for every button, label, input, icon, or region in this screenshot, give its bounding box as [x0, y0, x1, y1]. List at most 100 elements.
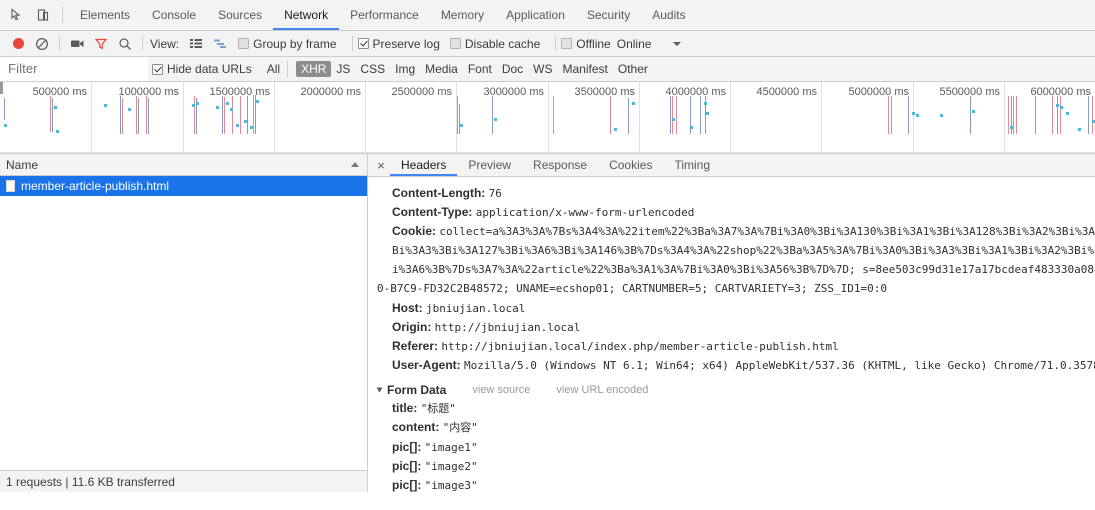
- request-list-header[interactable]: Name: [0, 154, 367, 176]
- overview-request-dot: [244, 120, 247, 123]
- overview-divider: [1004, 82, 1005, 153]
- tab-cookies[interactable]: Cookies: [598, 154, 663, 176]
- filter-type-xhr[interactable]: XHR: [296, 61, 332, 77]
- overview-request-dot: [1056, 104, 1059, 107]
- camera-icon[interactable]: [65, 32, 89, 56]
- request-name: member-article-publish.html: [21, 179, 170, 193]
- overview-request-dot: [128, 108, 131, 111]
- devtools-window: Elements Console Sources Network Perform…: [0, 0, 1095, 510]
- filter-type-css[interactable]: CSS: [355, 62, 390, 76]
- overview-request-dot: [104, 104, 107, 107]
- form-data-title: Form Data: [387, 382, 447, 397]
- overview-divider: [913, 82, 914, 153]
- document-icon: [6, 180, 15, 192]
- header-row-continuation: Bi%3A3%3Bi%3A127%3Bi%3A6%3Bi%3A146%3B%7D…: [368, 241, 1095, 260]
- group-by-frame-checkbox[interactable]: Group by frame: [238, 36, 337, 51]
- tab-preview[interactable]: Preview: [457, 154, 522, 176]
- view-source-link[interactable]: view source: [472, 381, 530, 399]
- overview-divider: [548, 82, 549, 153]
- view-label: View:: [150, 36, 180, 51]
- form-data-section-header[interactable]: Form Data view source view URL encoded: [368, 381, 1095, 399]
- table-row[interactable]: member-article-publish.html: [0, 176, 367, 196]
- overview-request-dot: [226, 102, 229, 105]
- checkbox-box: [357, 38, 369, 49]
- overview-request-bar: [224, 97, 225, 134]
- overview-request-dot: [256, 100, 259, 103]
- overview-request-bar: [1008, 96, 1009, 134]
- filter-type-js[interactable]: JS: [331, 62, 355, 76]
- triangle-expanded-icon: [376, 387, 383, 393]
- filter-type-other[interactable]: Other: [613, 62, 653, 76]
- filter-input[interactable]: [0, 57, 148, 81]
- header-row: Origin: http://jbniujian.local: [368, 318, 1095, 337]
- overview-tick-label: 6000000 ms: [1030, 86, 1091, 98]
- record-icon[interactable]: [6, 32, 30, 56]
- network-overview-timeline[interactable]: 500000 ms 1000000 ms 1500000 ms 2000000 ms 2…: [0, 82, 1095, 154]
- header-row: Host: jbniujian.local: [368, 299, 1095, 318]
- waterfall-view-icon[interactable]: [208, 32, 232, 56]
- overview-request-bar: [888, 96, 889, 134]
- funnel-icon[interactable]: [89, 32, 113, 56]
- list-view-icon[interactable]: [184, 32, 208, 56]
- overview-left-handle[interactable]: [0, 82, 3, 94]
- device-toolbar-icon[interactable]: [30, 2, 56, 28]
- filter-type-ws[interactable]: WS: [528, 62, 557, 76]
- clear-icon[interactable]: [30, 32, 54, 56]
- form-data-key: content:: [392, 420, 440, 435]
- view-url-encoded-link[interactable]: view URL encoded: [556, 381, 648, 399]
- form-data-row: pic[]: "image2": [368, 457, 1095, 476]
- filter-type-img[interactable]: Img: [390, 62, 420, 76]
- overview-request-bar: [1088, 96, 1089, 134]
- tab-headers[interactable]: Headers: [390, 154, 458, 176]
- overview-divider: [639, 82, 640, 153]
- overview-request-dot: [192, 104, 195, 107]
- chevron-down-icon: [673, 41, 682, 46]
- tab-response[interactable]: Response: [522, 154, 598, 176]
- tab-memory[interactable]: Memory: [430, 0, 495, 30]
- preserve-log-checkbox[interactable]: Preserve log: [357, 37, 440, 51]
- form-data-value: "image2": [424, 459, 478, 473]
- overview-request-dot: [460, 124, 463, 127]
- filter-type-doc[interactable]: Doc: [497, 62, 528, 76]
- header-name: Origin:: [392, 319, 432, 334]
- tab-timing[interactable]: Timing: [663, 154, 721, 176]
- tab-sources[interactable]: Sources: [207, 0, 273, 30]
- detail-tabbar: × Headers Preview Response Cookies Timin…: [368, 154, 1095, 177]
- overview-request-dot: [672, 118, 675, 121]
- overview-tick-label: 4500000 ms: [756, 86, 817, 98]
- tab-performance[interactable]: Performance: [339, 0, 430, 30]
- overview-request-bar: [1092, 96, 1093, 134]
- filter-type-media[interactable]: Media: [420, 62, 463, 76]
- tab-network[interactable]: Network: [273, 0, 340, 30]
- disable-cache-checkbox[interactable]: Disable cache: [449, 36, 541, 51]
- hide-data-urls-checkbox[interactable]: Hide data URLs: [152, 62, 252, 76]
- filter-type-font[interactable]: Font: [463, 62, 497, 76]
- offline-checkbox[interactable]: Offline: [561, 37, 611, 51]
- overview-request-bar: [247, 96, 248, 134]
- tab-console[interactable]: Console: [141, 0, 207, 30]
- tab-application[interactable]: Application: [495, 0, 576, 30]
- overview-request-bar: [970, 96, 971, 134]
- tab-security[interactable]: Security: [576, 0, 641, 30]
- disable-cache-label: Disable cache: [464, 36, 541, 51]
- header-name: Cookie:: [392, 224, 437, 239]
- throttling-select[interactable]: Online: [617, 37, 682, 51]
- header-value: collect=a%3A3%3A%7Bs%3A4%3A%22item%22%3B…: [439, 225, 1095, 239]
- filter-type-manifest[interactable]: Manifest: [558, 62, 613, 76]
- group-by-frame-label: Group by frame: [253, 36, 337, 51]
- overview-request-bar: [148, 98, 149, 134]
- network-toolbar: View: Group by frame Preserve log Disabl…: [0, 31, 1095, 57]
- filter-type-all[interactable]: All: [262, 62, 285, 76]
- overview-request-bar: [457, 96, 458, 134]
- inspect-element-icon[interactable]: [4, 2, 30, 28]
- form-data-value: "image1": [424, 440, 478, 454]
- header-value: 0-B7C9-FD32C2B48572; UNAME=ecshop01; CAR…: [377, 282, 887, 296]
- header-value: 76: [488, 187, 502, 200]
- request-list-pane: Name member-article-publish.html 1 reque…: [0, 154, 368, 492]
- tab-elements[interactable]: Elements: [69, 0, 141, 30]
- overview-request-dot: [196, 102, 199, 105]
- overview-request-dot: [912, 112, 915, 115]
- tab-audits[interactable]: Audits: [641, 0, 696, 30]
- search-icon[interactable]: [113, 32, 137, 56]
- close-icon[interactable]: ×: [372, 154, 390, 176]
